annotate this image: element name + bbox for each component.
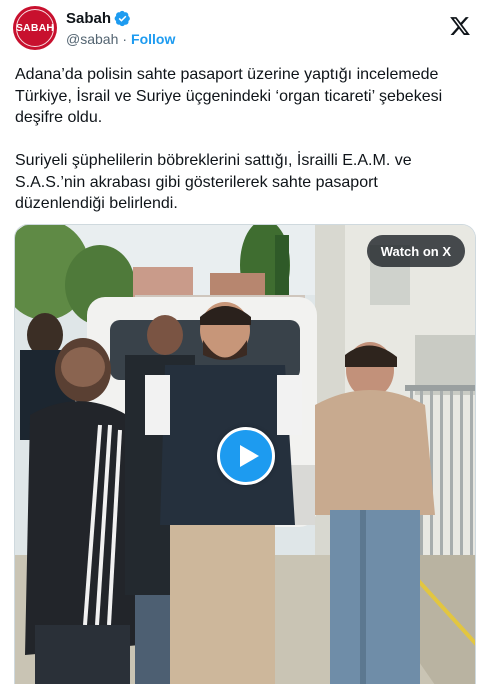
tweet-card: SABAH Sabah @sabah · Follow Adana’da pol… [0, 0, 480, 684]
avatar[interactable]: SABAH [13, 6, 57, 50]
verified-badge-icon [114, 10, 130, 27]
watch-on-x-button[interactable]: Watch on X [366, 235, 465, 267]
display-name[interactable]: Sabah [66, 10, 111, 27]
play-icon [239, 445, 259, 467]
separator-dot: · [122, 31, 128, 47]
tweet-text: Adana’da polisin sahte pasaport üzerine … [15, 64, 470, 215]
handle-row: @sabah · Follow [66, 30, 175, 48]
tweet-paragraph-2: Suriyeli şüphelilerin böbreklerini sattı… [15, 152, 412, 212]
follow-button[interactable]: Follow [131, 31, 175, 47]
handle[interactable]: @sabah [66, 31, 118, 47]
name-row: Sabah [66, 9, 175, 28]
play-button[interactable] [217, 427, 275, 485]
video-thumbnail[interactable]: Watch on X [14, 224, 476, 684]
avatar-logo-text: SABAH [15, 22, 55, 34]
author-info: Sabah @sabah · Follow [66, 9, 175, 48]
x-logo-icon[interactable] [449, 15, 471, 37]
tweet-header: SABAH Sabah @sabah · Follow [13, 6, 480, 50]
tweet-paragraph-1: Adana’da polisin sahte pasaport üzerine … [15, 66, 443, 126]
